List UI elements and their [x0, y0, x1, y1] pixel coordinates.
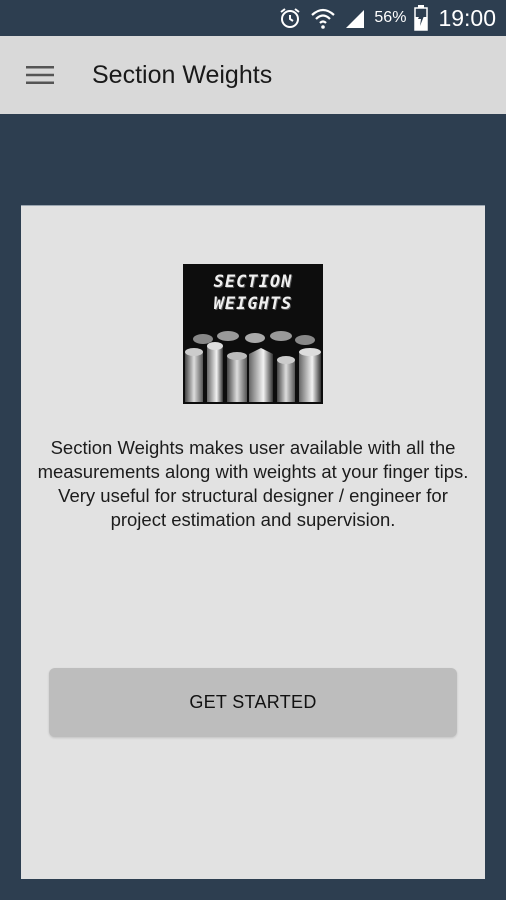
app-bar: Section Weights — [0, 36, 506, 114]
get-started-button[interactable]: GET STARTED — [49, 668, 457, 737]
menu-button[interactable] — [0, 36, 80, 114]
app-logo: SECTION WEIGHTS — [183, 264, 323, 404]
battery-charging-icon — [414, 5, 429, 31]
signal-icon — [344, 7, 366, 29]
logo-line-2: WEIGHTS — [213, 294, 293, 314]
alarm-icon — [278, 6, 302, 30]
logo-line-1: SECTION — [213, 272, 293, 292]
wifi-icon — [310, 6, 336, 30]
app-description: Section Weights makes user available wit… — [37, 437, 469, 530]
clock: 19:00 — [438, 4, 496, 31]
hamburger-menu-icon — [26, 66, 54, 84]
intro-card: SECTION WEIGHTS Section Weights makes us… — [21, 205, 485, 879]
battery-percent: 56% — [374, 9, 407, 26]
status-bar: 56% 19:00 — [0, 0, 506, 36]
page-title: Section Weights — [92, 60, 273, 89]
